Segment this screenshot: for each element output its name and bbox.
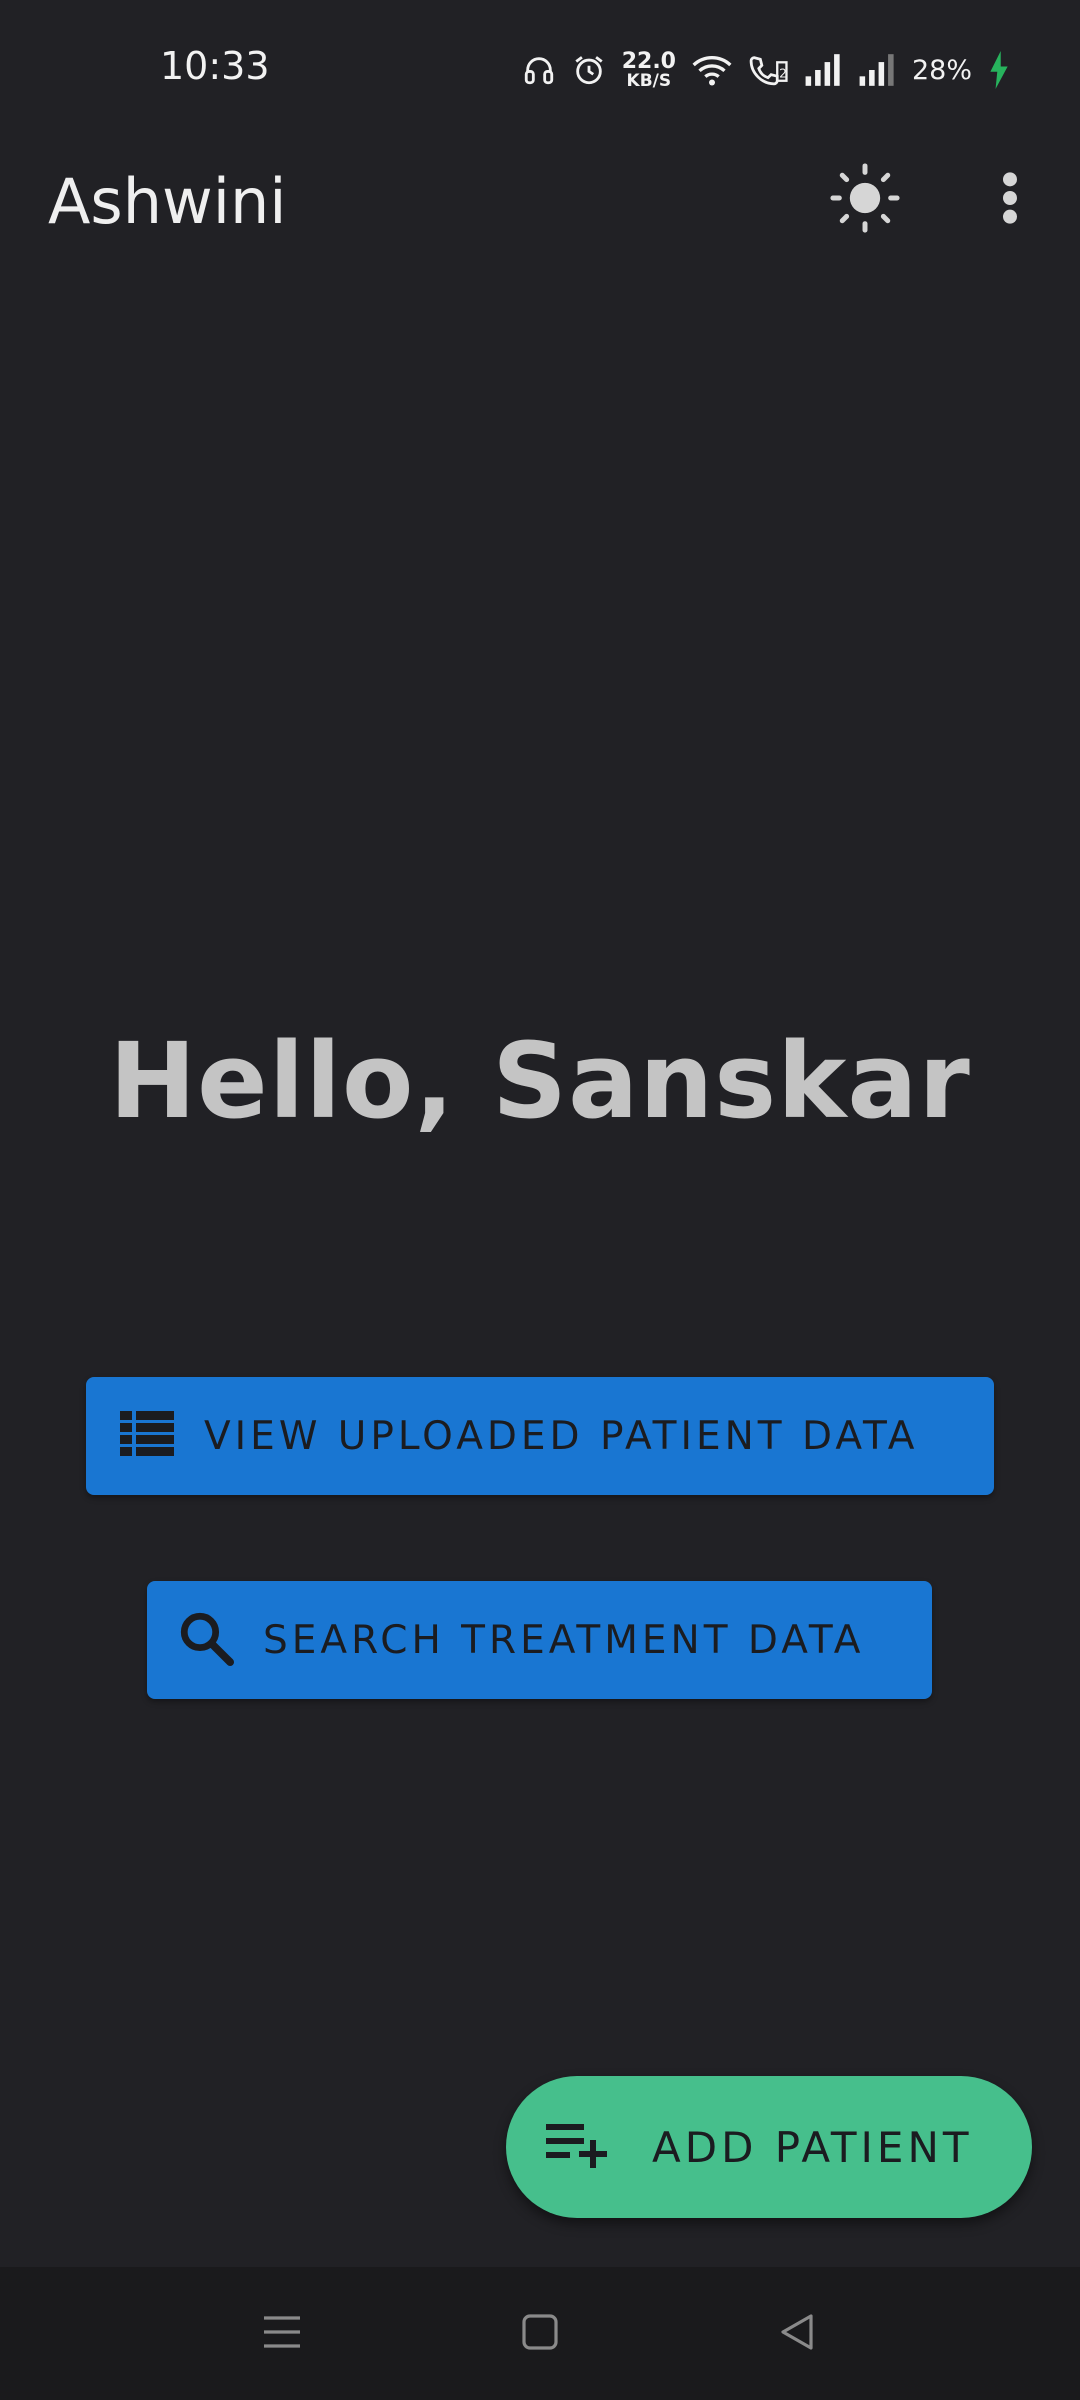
home-button[interactable] (505, 2302, 575, 2366)
menu-icon (262, 2312, 302, 2357)
brightness-icon (830, 162, 900, 238)
net-speed-value: 22.0 (621, 48, 676, 74)
signal-icon (804, 54, 842, 86)
search-treatment-data-button[interactable]: SEARCH TREATMENT DATA (147, 1581, 932, 1699)
volte-call-icon: 2 (748, 53, 788, 87)
alarm-icon (572, 53, 606, 87)
theme-toggle-button[interactable] (820, 155, 910, 245)
back-button[interactable] (762, 2302, 832, 2366)
playlist-add-icon (546, 2122, 608, 2173)
home-icon (520, 2312, 560, 2357)
search-icon (177, 1609, 235, 1672)
headset-icon (522, 53, 556, 87)
add-patient-label: ADD PATIENT (652, 2122, 973, 2172)
view-uploaded-patient-data-button[interactable]: VIEW UPLOADED PATIENT DATA (86, 1377, 994, 1495)
app-title: Ashwini (48, 165, 287, 238)
status-time: 10:33 (160, 44, 270, 88)
app-bar: Ashwini (0, 135, 1080, 265)
search-treatment-data-label: SEARCH TREATMENT DATA (263, 1617, 865, 1663)
add-patient-fab[interactable]: ADD PATIENT (506, 2076, 1032, 2218)
signal-icon (858, 54, 896, 86)
status-icons: 22.0 KB/S 2 28% (522, 48, 1010, 92)
net-speed-unit: KB/S (626, 70, 672, 91)
svg-text:2: 2 (779, 67, 787, 81)
charging-icon (988, 51, 1010, 89)
system-nav-bar (0, 2267, 1080, 2400)
net-speed: 22.0 KB/S (621, 48, 676, 91)
greeting-heading: Hello, Sanskar (109, 1020, 971, 1142)
view-uploaded-patient-data-label: VIEW UPLOADED PATIENT DATA (204, 1413, 919, 1459)
back-icon (777, 2312, 817, 2357)
overflow-menu-button[interactable] (965, 155, 1055, 245)
wifi-icon (692, 53, 732, 87)
list-icon (120, 1410, 174, 1462)
battery-percent: 28% (911, 54, 972, 86)
recent-apps-button[interactable] (247, 2302, 317, 2366)
status-bar: 10:33 22.0 KB/S 2 28% (0, 0, 1080, 135)
more-vert-icon (1000, 170, 1020, 231)
